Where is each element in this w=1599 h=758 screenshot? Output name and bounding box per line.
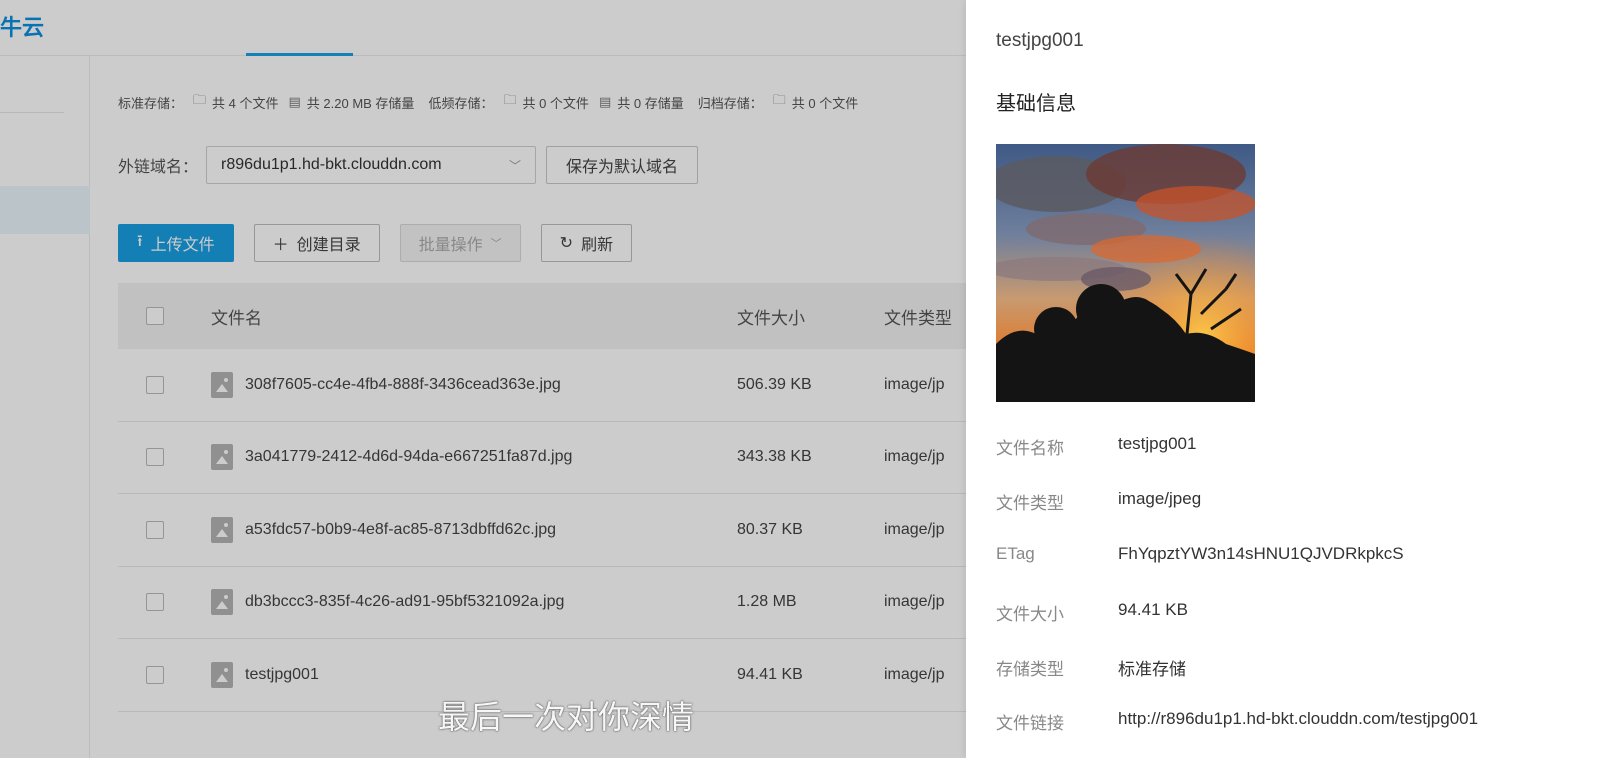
file-size: 343.38 KB (737, 448, 812, 466)
file-name[interactable]: a53fdc57-b0b9-4e8f-ac85-8713dbffd62c.jpg (245, 521, 556, 539)
file-name[interactable]: testjpg001 (245, 666, 319, 684)
select-all-checkbox[interactable] (146, 307, 164, 325)
column-header-name[interactable]: 文件名 (192, 304, 737, 329)
folder-icon: 🗀 (772, 92, 786, 107)
file-name[interactable]: db3bccc3-835f-4c26-ad91-95bf5321092a.jpg (245, 593, 564, 611)
etag-label: ETag (996, 544, 1035, 563)
sidebar-item-active[interactable] (0, 186, 90, 234)
image-file-icon (211, 589, 233, 616)
domain-select[interactable]: r896du1p1.hd-bkt.clouddn.com ﹀ (206, 146, 537, 184)
file-name-value: testjpg001 (1118, 434, 1197, 453)
image-file-icon (211, 371, 233, 398)
file-type-value: image/jpeg (1118, 489, 1202, 508)
standard-file-count: 共 4 个文件 (212, 95, 279, 111)
domain-label: 外链域名： (118, 159, 199, 176)
etag-value: FhYqpztYW3n14sHNU1QJVDRkpkcS (1118, 544, 1404, 563)
file-toolbar: ⭱ 上传文件 ＋ 创建目录 批量操作 ﹀ ↻ 刷新 (118, 224, 652, 262)
plus-icon: ＋ (272, 237, 289, 254)
file-name-label: 文件名称 (996, 439, 1064, 458)
infrequent-storage-size: 共 0 存储量 (617, 95, 684, 111)
brand-logo[interactable]: 牛云 (0, 10, 44, 42)
create-directory-button[interactable]: ＋ 创建目录 (253, 224, 380, 262)
file-link-value[interactable]: http://r896du1p1.hd-bkt.clouddn.com/test… (1118, 709, 1478, 734)
domain-row: 外链域名： r896du1p1.hd-bkt.clouddn.com ﹀ 保存为… (118, 146, 699, 184)
info-row-size: 文件大小 94.41 KB (996, 600, 1188, 625)
image-preview[interactable] (996, 144, 1255, 402)
infrequent-storage-label: 低频存储： (428, 95, 494, 111)
file-name[interactable]: 308f7605-cc4e-4fb4-888f-3436cead363e.jpg (245, 376, 561, 394)
upload-button[interactable]: ⭱ 上传文件 (118, 224, 234, 262)
domain-select-value: r896du1p1.hd-bkt.clouddn.com (221, 156, 442, 173)
info-row-link: 文件链接 http://r896du1p1.hd-bkt.clouddn.com… (996, 709, 1478, 734)
image-file-icon (211, 661, 233, 688)
save-default-domain-button[interactable]: 保存为默认域名 (546, 146, 699, 184)
standard-storage-size: 共 2.20 MB 存储量 (306, 95, 415, 111)
file-link-label: 文件链接 (996, 714, 1064, 733)
info-row-storage: 存储类型 标准存储 (996, 655, 1186, 680)
row-checkbox[interactable] (146, 520, 164, 539)
column-header-size[interactable]: 文件大小 (737, 304, 884, 329)
sidebar (0, 56, 90, 758)
folder-icon: 🗀 (503, 92, 517, 107)
folder-icon: 🗀 (193, 92, 207, 107)
storage-type-value: 标准存储 (1118, 660, 1186, 679)
drawer-title: testjpg001 (996, 30, 1084, 51)
info-row-etag: ETag FhYqpztYW3n14sHNU1QJVDRkpkcS (996, 544, 1404, 564)
row-checkbox[interactable] (146, 665, 164, 684)
refresh-icon: ↻ (559, 235, 574, 252)
file-size-label: 文件大小 (996, 605, 1064, 624)
batch-actions-button[interactable]: 批量操作 ﹀ (399, 224, 521, 262)
info-row-type: 文件类型 image/jpeg (996, 489, 1201, 514)
upload-icon: ⭱ (137, 232, 143, 250)
sidebar-divider (0, 112, 64, 113)
row-checkbox[interactable] (146, 375, 164, 394)
file-name[interactable]: 3a041779-2412-4d6d-94da-e667251fa87d.jpg (245, 448, 572, 466)
file-type-label: 文件类型 (996, 494, 1064, 513)
section-title-basic-info: 基础信息 (996, 93, 1076, 115)
image-file-icon (211, 516, 233, 543)
video-subtitle: 最后一次对你深情 (438, 698, 695, 736)
refresh-label: 刷新 (581, 237, 614, 254)
sunset-preview-image (996, 144, 1255, 402)
file-size: 94.41 KB (737, 665, 803, 683)
chevron-down-icon: ﹀ (490, 238, 502, 250)
standard-storage-label: 标准存储： (118, 95, 184, 111)
create-directory-label: 创建目录 (296, 237, 361, 254)
file-size: 80.37 KB (737, 520, 803, 538)
archive-storage-label: 归档存储： (697, 95, 763, 111)
refresh-button[interactable]: ↻ 刷新 (540, 224, 633, 262)
file-size: 1.28 MB (737, 593, 797, 611)
file-detail-drawer: testjpg001 基础信息 文件名称 testjpg001 文件类型 ima… (966, 0, 1599, 758)
file-size: 506.39 KB (737, 375, 812, 393)
info-row-name: 文件名称 testjpg001 (996, 434, 1196, 459)
batch-actions-label: 批量操作 (418, 237, 483, 254)
image-file-icon (211, 444, 233, 471)
row-checkbox[interactable] (146, 593, 164, 612)
infrequent-file-count: 共 0 个文件 (522, 95, 589, 111)
file-size-value: 94.41 KB (1118, 600, 1188, 619)
storage-type-label: 存储类型 (996, 660, 1064, 679)
storage-icon: ▤ (288, 94, 301, 109)
chevron-down-icon: ﹀ (509, 158, 522, 173)
archive-file-count: 共 0 个文件 (791, 95, 859, 111)
row-checkbox[interactable] (146, 448, 164, 467)
storage-icon: ▤ (598, 94, 612, 109)
upload-button-label: 上传文件 (150, 237, 215, 254)
storage-stats: 标准存储： 🗀 共 4 个文件 ▤ 共 2.20 MB 存储量 低频存储： 🗀 … (118, 91, 858, 113)
